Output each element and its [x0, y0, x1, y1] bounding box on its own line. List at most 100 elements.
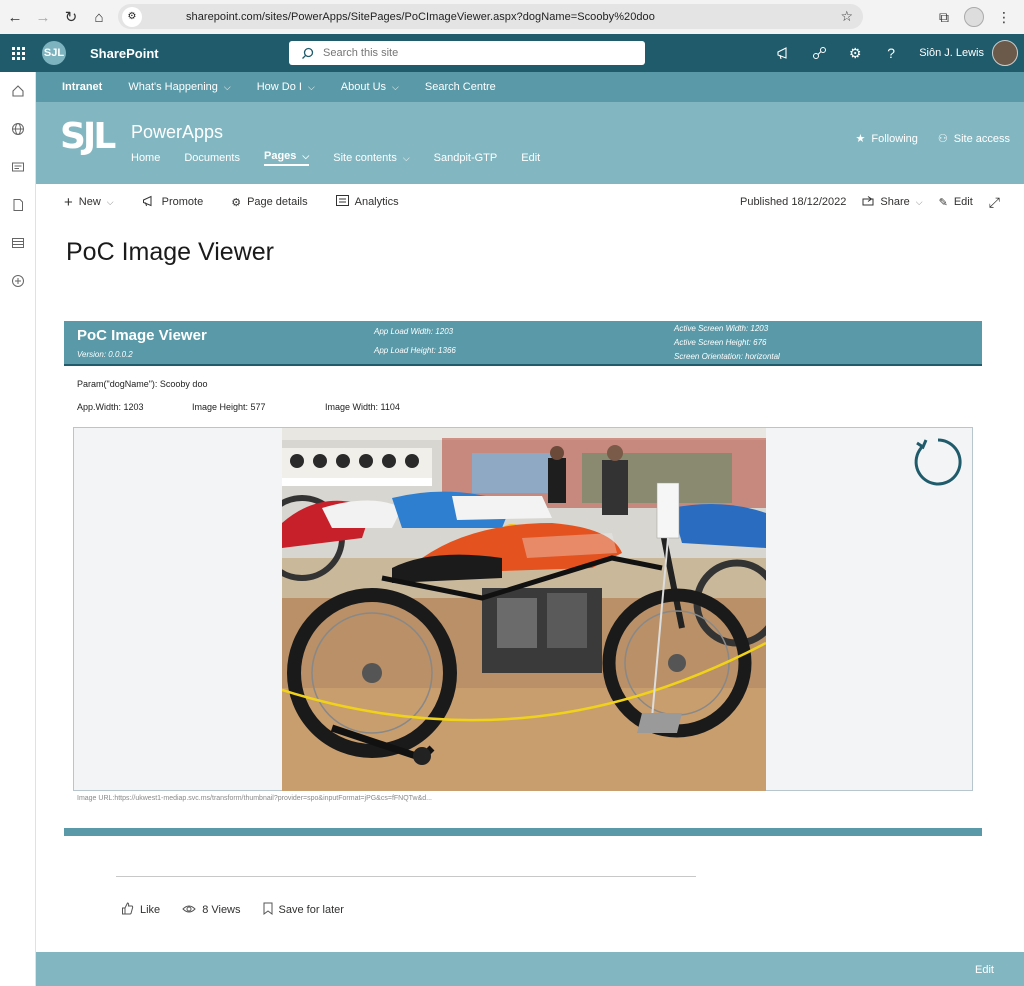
sharepoint-logo[interactable]: SJL — [42, 41, 66, 65]
site-footer: Edit — [36, 952, 1024, 986]
site-access-button[interactable]: ⚇ Site access — [937, 132, 1010, 146]
document-icon[interactable] — [0, 186, 36, 224]
site-info-icon[interactable]: ⚙ — [122, 6, 142, 27]
nav-item-home[interactable]: Home — [131, 150, 160, 166]
reload-icon[interactable]: ↻ — [58, 4, 84, 30]
create-plus-icon[interactable] — [0, 262, 36, 300]
list-icon[interactable] — [0, 224, 36, 262]
gear-icon: ⚙ — [231, 196, 242, 209]
extensions-icon[interactable]: ⧉ — [934, 7, 954, 27]
site-logo[interactable]: SJL — [60, 116, 116, 157]
share-icon — [862, 195, 874, 209]
command-bar: + New ⌵ Promote ⚙ Page details Analytics Pu… — [36, 184, 1024, 220]
nav-item-sandpit-gtp[interactable]: Sandpit-GTP — [434, 150, 498, 166]
suite-bar: SJL SharePoint ⚙ ? Siôn J. Lewis — [0, 34, 1024, 72]
hub-item-search-centre[interactable]: Search Centre — [425, 81, 496, 93]
following-button[interactable]: ★ Following — [855, 132, 918, 146]
powerapp-header: PoC Image Viewer Version: 0.0.0.2 App Lo… — [64, 321, 982, 366]
save-for-later-button[interactable]: Save for later — [263, 902, 344, 918]
views-count: 8 Views — [182, 902, 241, 918]
like-button[interactable]: Like — [121, 902, 160, 918]
expand-icon[interactable]: ⤢ — [989, 194, 1000, 211]
home-icon[interactable] — [0, 72, 36, 110]
image-height-label: Image Height: 577 — [192, 402, 266, 412]
app-load-width: App Load Width: 1203 — [374, 327, 454, 336]
search-icon — [301, 46, 315, 60]
app-bar — [0, 72, 36, 986]
screen-orientation: Screen Orientation: horizontal — [674, 352, 780, 361]
footer-edit-link[interactable]: Edit — [975, 964, 994, 976]
settings-gear-icon[interactable]: ⚙ — [837, 34, 873, 72]
chevron-down-icon: ⌵ — [915, 196, 923, 207]
nav-item-documents[interactable]: Documents — [184, 150, 240, 166]
share-network-icon[interactable] — [801, 34, 837, 72]
plus-icon: + — [64, 193, 73, 211]
divider — [116, 876, 696, 877]
hub-item-whats-happening[interactable]: What's Happening ⌵ — [128, 81, 230, 93]
refresh-icon[interactable] — [912, 436, 964, 488]
app-launcher-icon[interactable] — [0, 34, 36, 72]
browser-menu-icon[interactable]: ⋮ — [994, 7, 1014, 27]
app-title: PoC Image Viewer — [77, 327, 207, 344]
social-bar: Like 8 Views Save for later — [121, 902, 344, 918]
home-icon[interactable]: ⌂ — [86, 4, 112, 30]
news-icon[interactable] — [0, 148, 36, 186]
forward-icon[interactable]: → — [30, 4, 56, 30]
chevron-down-icon: ⌵ — [106, 196, 114, 207]
app-footer-bar — [64, 828, 982, 836]
globe-icon[interactable] — [0, 110, 36, 148]
bookmark-star-icon[interactable]: ☆ — [840, 8, 853, 25]
published-status: Published 18/12/2022 — [739, 196, 847, 208]
people-icon: ⚇ — [937, 133, 948, 145]
bookmark-icon — [263, 902, 273, 918]
back-icon[interactable]: ← — [2, 4, 28, 30]
active-screen-height: Active Screen Height: 676 — [674, 338, 767, 347]
motorcycle-photo — [282, 428, 766, 791]
hub-item-how-do-i[interactable]: How Do I ⌵ — [257, 81, 315, 93]
eye-icon — [182, 904, 196, 917]
megaphone-icon[interactable] — [765, 34, 801, 72]
share-button[interactable]: Share ⌵ — [862, 195, 923, 209]
avatar[interactable] — [992, 40, 1018, 66]
hub-navigation: Intranet What's Happening ⌵ How Do I ⌵ Abo… — [36, 72, 1024, 102]
app-load-height: App Load Height: 1366 — [374, 346, 456, 355]
search-input[interactable] — [323, 47, 623, 59]
address-bar[interactable]: ⚙ sharepoint.com/sites/PowerApps/SitePag… — [118, 4, 863, 29]
chevron-down-icon: ⌵ — [392, 81, 399, 92]
star-icon: ★ — [855, 133, 866, 145]
site-search[interactable] — [289, 41, 645, 65]
new-button[interactable]: + New ⌵ — [64, 194, 114, 211]
help-icon[interactable]: ? — [873, 34, 909, 72]
nav-item-pages[interactable]: Pages ⌵ — [263, 150, 310, 166]
chevron-down-icon: ⌵ — [223, 81, 231, 92]
pencil-icon: ✎ — [938, 196, 948, 209]
chevron-down-icon: ⌵ — [402, 152, 410, 163]
image-width-label: Image Width: 1104 — [325, 402, 400, 412]
active-screen-width: Active Screen Width: 1203 — [674, 324, 769, 333]
hub-item-intranet[interactable]: Intranet — [62, 81, 102, 93]
site-navigation: Home Documents Pages ⌵ Site contents ⌵ San… — [131, 150, 564, 166]
thumbs-up-icon — [121, 902, 134, 918]
user-name[interactable]: Siôn J. Lewis — [919, 47, 984, 59]
browser-toolbar: ← → ↻ ⌂ ⚙ sharepoint.com/sites/PowerApps… — [0, 0, 1024, 34]
url-text: sharepoint.com/sites/PowerApps/SitePages… — [186, 10, 655, 23]
hub-item-about-us[interactable]: About Us ⌵ — [341, 81, 399, 93]
chevron-down-icon: ⌵ — [302, 150, 310, 161]
suite-app-name[interactable]: SharePoint — [90, 46, 159, 61]
image-url-label: Image URL:https://ukwest1-mediap.svc.ms/… — [77, 795, 433, 802]
page-details-button[interactable]: ⚙ Page details — [231, 196, 307, 209]
analytics-button[interactable]: Analytics — [335, 195, 399, 209]
image-viewer[interactable] — [73, 427, 973, 791]
analytics-icon — [335, 195, 349, 209]
edit-button[interactable]: ✎ Edit — [939, 196, 973, 209]
nav-item-site-contents[interactable]: Site contents ⌵ — [333, 150, 409, 166]
app-width-label: App.Width: 1203 — [77, 402, 144, 412]
app-version: Version: 0.0.0.2 — [77, 350, 133, 359]
profile-icon[interactable] — [964, 7, 984, 27]
site-header: SJL PowerApps Home Documents Pages ⌵ Site… — [36, 102, 1024, 184]
site-title[interactable]: PowerApps — [131, 122, 223, 143]
megaphone-icon — [142, 195, 156, 210]
promote-button[interactable]: Promote — [142, 195, 203, 210]
nav-item-edit[interactable]: Edit — [521, 150, 540, 166]
page-title: PoC Image Viewer — [66, 238, 274, 266]
